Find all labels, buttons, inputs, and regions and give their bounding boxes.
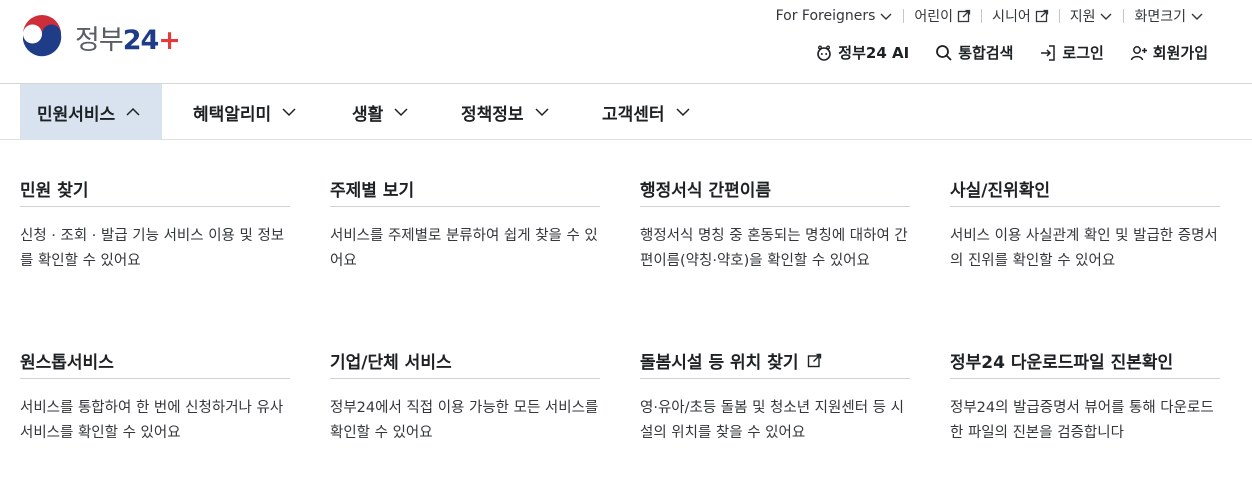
menu-card-title: 민원 찾기 — [20, 167, 290, 207]
chevron-down-icon — [535, 108, 549, 117]
util-kids-label: 어린이 — [914, 9, 954, 25]
menu-card-find-civil[interactable]: 민원 찾기 신청 · 조회 · 발급 기능 서비스 이용 및 정보를 확인할 수… — [20, 167, 290, 274]
menu-card-desc: 서비스를 통합하여 한 번에 신청하거나 유사 서비스를 확인할 수 있어요 — [20, 400, 284, 441]
menu-card-desc: 신청 · 조회 · 발급 기능 서비스 이용 및 정보를 확인할 수 있어요 — [20, 228, 285, 269]
util-senior-label: 시니어 — [992, 9, 1031, 25]
menu-card-desc: 영·유아/초등 돌봄 및 청소년 지원센터 등 시설의 위치를 찾을 수 있어요 — [640, 400, 904, 441]
gnb-customer-center[interactable]: 고객센터 — [602, 84, 691, 140]
util-senior[interactable]: 시니어 — [982, 6, 1059, 26]
external-link-icon — [807, 353, 821, 368]
chevron-down-icon — [880, 13, 892, 20]
taegeuk-logo-icon — [20, 15, 64, 59]
gnb-civil-service[interactable]: 민원서비스 — [20, 84, 162, 140]
user-plus-icon — [1130, 45, 1147, 60]
signup-button[interactable]: 회원가입 — [1130, 42, 1208, 63]
search-label: 통합검색 — [958, 44, 1014, 62]
menu-card-desc: 서비스 이용 사실관계 확인 및 발급한 증명서의 진위를 확인할 수 있어요 — [950, 228, 1218, 269]
util-support-label: 지원 — [1069, 9, 1096, 25]
gnb-benefits-label: 혜택알리미 — [193, 104, 272, 125]
menu-card-title: 행정서식 간편이름 — [640, 167, 910, 207]
chevron-down-icon — [394, 108, 408, 117]
menu-card-title: 사실/진위확인 — [950, 167, 1220, 207]
menu-card-desc: 행정서식 명칭 중 혼동되는 명칭에 대하여 간편이름(약칭·약호)을 확인할 … — [640, 228, 908, 269]
menu-card-care-location[interactable]: 돌봄시설 등 위치 찾기 영·유아/초등 돌봄 및 청소년 지원센터 등 시설의… — [640, 339, 910, 446]
site-logo[interactable]: 정부24+ — [19, 14, 181, 60]
menu-card-file-authenticity[interactable]: 정부24 다운로드파일 진본확인 정부24의 발급증명서 뷰어를 통해 다운로드… — [950, 339, 1220, 446]
util-foreigners[interactable]: For Foreigners — [766, 6, 904, 26]
ai-button[interactable]: 정부24 AI — [815, 42, 909, 63]
menu-card-form-names[interactable]: 행정서식 간편이름 행정서식 명칭 중 혼동되는 명칭에 대하여 간편이름(약칭… — [640, 167, 910, 274]
menu-card-title: 기업/단체 서비스 — [330, 339, 600, 379]
menu-card-by-topic[interactable]: 주제별 보기 서비스를 주제별로 분류하여 쉽게 찾을 수 있어요 — [330, 167, 600, 274]
signup-label: 회원가입 — [1152, 44, 1208, 62]
chevron-down-icon — [1191, 13, 1203, 20]
menu-card-title: 정부24 다운로드파일 진본확인 — [950, 339, 1220, 379]
util-screen-size[interactable]: 화면크기 — [1124, 6, 1214, 26]
menu-card-one-stop[interactable]: 원스톱서비스 서비스를 통합하여 한 번에 신청하거나 유사 서비스를 확인할 … — [20, 339, 290, 446]
search-icon — [936, 44, 952, 61]
gnb-customer-center-label: 고객센터 — [602, 104, 665, 125]
login-button[interactable]: 로그인 — [1039, 42, 1104, 63]
site-header: 정부24+ For Foreigners 어린이 시니어 지원 화면크기 정부2… — [0, 0, 1252, 84]
login-icon — [1041, 44, 1056, 61]
ai-icon — [817, 45, 832, 61]
menu-card-desc: 서비스를 주제별로 분류하여 쉽게 찾을 수 있어요 — [330, 228, 598, 269]
menu-card-title: 주제별 보기 — [330, 167, 600, 207]
menu-card-business[interactable]: 기업/단체 서비스 정부24에서 직접 이용 가능한 모든 서비스를 확인할 수… — [330, 339, 600, 446]
login-label: 로그인 — [1062, 44, 1104, 62]
external-link-icon — [957, 9, 971, 23]
chevron-up-icon — [126, 107, 140, 116]
logo-text: 정부24+ — [75, 24, 181, 56]
menu-card-desc: 정부24의 발급증명서 뷰어를 통해 다운로드한 파일의 진본을 검증합니다 — [950, 400, 1214, 441]
gnb-life[interactable]: 생활 — [352, 84, 409, 140]
util-foreigners-label: For Foreigners — [775, 8, 876, 24]
chevron-down-icon — [1100, 13, 1112, 20]
search-button[interactable]: 통합검색 — [935, 42, 1013, 63]
gnb-life-label: 생활 — [352, 104, 384, 125]
mega-menu: 민원 찾기 신청 · 조회 · 발급 기능 서비스 이용 및 정보를 확인할 수… — [0, 141, 1252, 489]
ai-label: 정부24 AI — [838, 44, 910, 62]
main-nav: 민원서비스 혜택알리미 생활 정책정보 고객센터 — [0, 84, 1252, 140]
utility-nav: For Foreigners 어린이 시니어 지원 화면크기 — [766, 6, 1214, 26]
chevron-down-icon — [676, 108, 690, 117]
gnb-policy-label: 정책정보 — [461, 104, 524, 125]
chevron-down-icon — [282, 108, 296, 117]
gnb-policy[interactable]: 정책정보 — [461, 84, 550, 140]
gnb-civil-service-label: 민원서비스 — [37, 104, 116, 125]
external-link-icon — [1035, 9, 1048, 23]
gnb-benefits[interactable]: 혜택알리미 — [193, 84, 297, 140]
main-actions: 정부24 AI 통합검색 로그인 회원가입 — [815, 42, 1208, 63]
menu-card-title: 돌봄시설 등 위치 찾기 — [640, 339, 910, 379]
menu-card-desc: 정부24에서 직접 이용 가능한 모든 서비스를 확인할 수 있어요 — [330, 400, 599, 441]
util-screen-size-label: 화면크기 — [1134, 9, 1186, 25]
util-kids[interactable]: 어린이 — [904, 6, 981, 26]
menu-card-title: 원스톱서비스 — [20, 339, 290, 379]
menu-card-verification[interactable]: 사실/진위확인 서비스 이용 사실관계 확인 및 발급한 증명서의 진위를 확인… — [950, 167, 1220, 274]
util-support[interactable]: 지원 — [1060, 6, 1124, 26]
